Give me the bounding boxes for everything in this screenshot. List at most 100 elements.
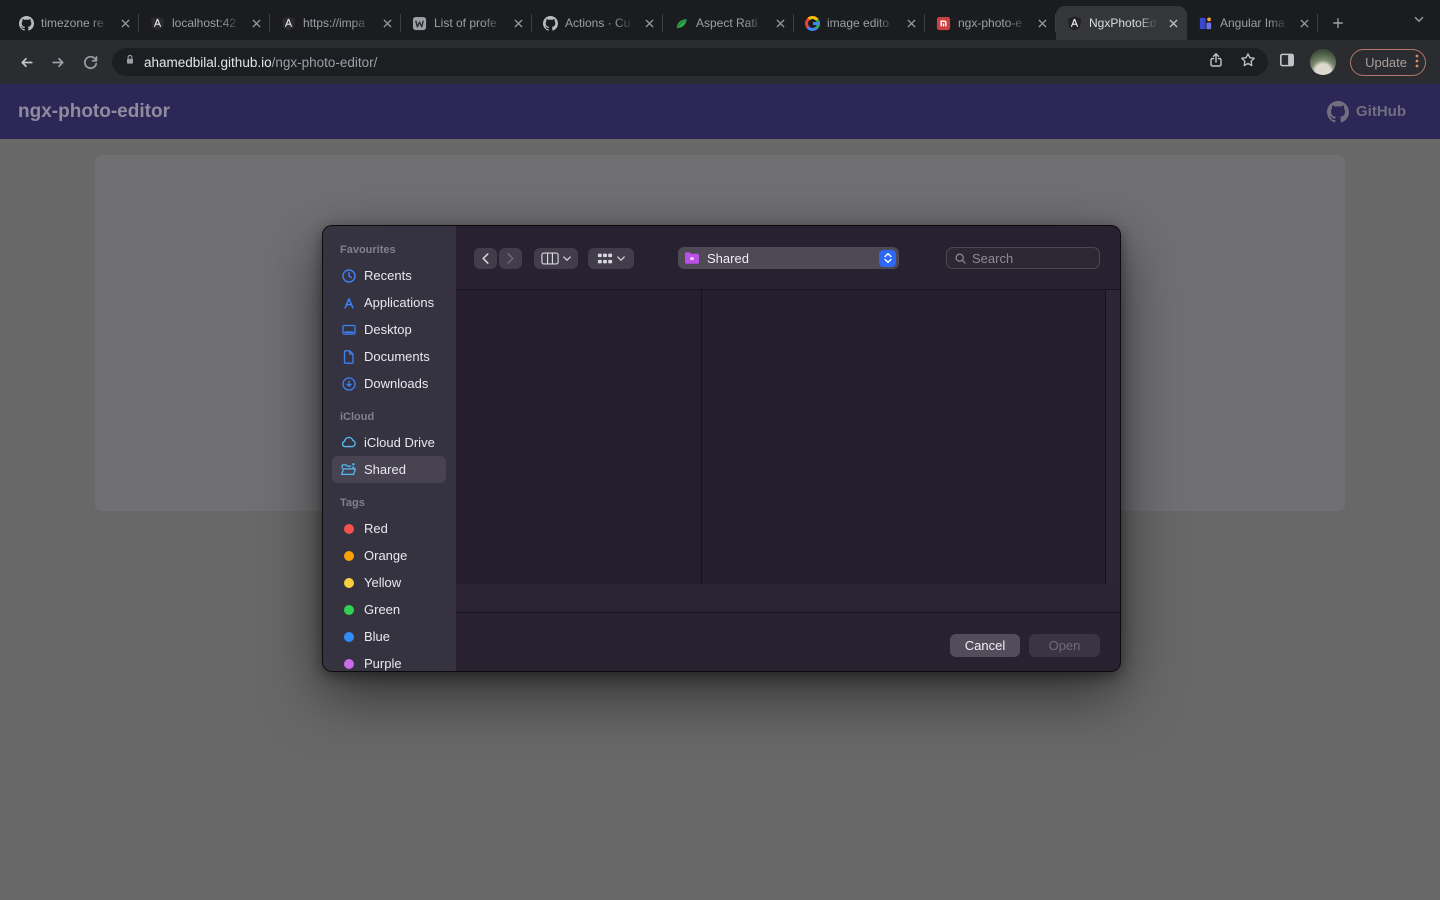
- url-host: ahamedbilal.github.io: [144, 55, 272, 70]
- columns-icon: [541, 252, 559, 265]
- sidebar-item-downloads[interactable]: Downloads: [332, 370, 446, 397]
- column-divider: [701, 290, 702, 584]
- download-circle-icon: [340, 375, 357, 392]
- sidebar-item-label: Purple: [364, 656, 402, 671]
- tab-title: localhost:42: [172, 16, 241, 30]
- close-icon[interactable]: [1296, 15, 1312, 31]
- file-open-dialog: Favourites Recents Applications Desktop …: [322, 225, 1121, 672]
- new-tab-button[interactable]: [1324, 9, 1352, 37]
- address-bar[interactable]: ahamedbilal.github.io /ngx-photo-editor/: [112, 48, 1268, 76]
- close-icon[interactable]: [903, 15, 919, 31]
- update-button[interactable]: Update: [1350, 49, 1426, 76]
- url-path: /ngx-photo-editor/: [272, 55, 378, 70]
- close-icon[interactable]: [772, 15, 788, 31]
- tab-title: ngx-photo-e: [958, 16, 1027, 30]
- dialog-toolbar: Shared Search: [456, 226, 1120, 290]
- sidebar-item-tag-blue[interactable]: Blue: [332, 623, 446, 650]
- tab-wikipedia[interactable]: List of profe: [401, 6, 532, 40]
- dialog-back-button[interactable]: [474, 248, 497, 269]
- share-icon[interactable]: [1208, 52, 1224, 73]
- angular-favicon-icon: [1066, 15, 1082, 31]
- tab-https-impa[interactable]: https://impa: [270, 6, 401, 40]
- sidebar-item-label: Documents: [364, 349, 430, 364]
- tab-timezone[interactable]: timezone re: [8, 6, 139, 40]
- tab-npm[interactable]: ngx-photo-e: [925, 6, 1056, 40]
- sidebar-item-icloud-drive[interactable]: iCloud Drive: [332, 429, 446, 456]
- sidebar-item-tag-purple[interactable]: Purple: [332, 650, 446, 672]
- group-view-button[interactable]: [588, 248, 634, 269]
- forward-button[interactable]: [42, 46, 74, 78]
- tag-dot-blue: [344, 632, 354, 642]
- close-icon[interactable]: [510, 15, 526, 31]
- github-favicon-icon: [542, 15, 558, 31]
- github-link[interactable]: GitHub: [1327, 101, 1406, 123]
- tag-dot-orange: [344, 551, 354, 561]
- sidebar-item-tag-green[interactable]: Green: [332, 596, 446, 623]
- sidebar-item-tag-red[interactable]: Red: [332, 515, 446, 542]
- dialog-main: Shared Search Cancel Open: [456, 226, 1120, 671]
- tab-title: Actions · Cu: [565, 16, 634, 30]
- search-placeholder: Search: [972, 251, 1013, 266]
- grid-icon: [597, 252, 613, 265]
- search-input[interactable]: Search: [946, 247, 1100, 269]
- cloud-icon: [340, 434, 357, 451]
- sidebar-item-tag-orange[interactable]: Orange: [332, 542, 446, 569]
- close-icon[interactable]: [1165, 15, 1181, 31]
- sidebar-item-recents[interactable]: Recents: [332, 262, 446, 289]
- bookmark-star-icon[interactable]: [1240, 52, 1256, 73]
- tab-aspect-ratio[interactable]: Aspect Rati: [663, 6, 794, 40]
- open-button[interactable]: Open: [1029, 634, 1100, 657]
- angular-favicon-icon: [280, 15, 296, 31]
- dialog-sidebar: Favourites Recents Applications Desktop …: [323, 226, 456, 671]
- tab-actions[interactable]: Actions · Cu: [532, 6, 663, 40]
- tab-strip: timezone re localhost:42 https://impa Li…: [0, 0, 1440, 40]
- wikipedia-favicon-icon: [411, 15, 427, 31]
- tab-title: image edito: [827, 16, 896, 30]
- tab-localhost[interactable]: localhost:42: [139, 6, 270, 40]
- file-columns-area[interactable]: [456, 290, 1120, 584]
- lock-icon: [124, 53, 136, 71]
- scrollbar-track[interactable]: [1105, 290, 1120, 584]
- sidebar-item-documents[interactable]: Documents: [332, 343, 446, 370]
- side-panel-icon[interactable]: [1278, 51, 1296, 74]
- sidebar-item-desktop[interactable]: Desktop: [332, 316, 446, 343]
- close-icon[interactable]: [379, 15, 395, 31]
- tab-angular-image[interactable]: Angular Ima: [1187, 6, 1318, 40]
- tab-title: Aspect Rati: [696, 16, 765, 30]
- sidebar-item-tag-yellow[interactable]: Yellow: [332, 569, 446, 596]
- sidebar-item-label: iCloud Drive: [364, 435, 435, 450]
- sidebar-section-favourites: Favourites: [340, 244, 456, 256]
- sidebar-item-shared[interactable]: Shared: [332, 456, 446, 483]
- sidebar-item-label: Green: [364, 602, 400, 617]
- close-icon[interactable]: [248, 15, 264, 31]
- sidebar-item-applications[interactable]: Applications: [332, 289, 446, 316]
- search-icon: [954, 252, 967, 265]
- leaf-favicon-icon: [673, 15, 689, 31]
- reload-button[interactable]: [74, 46, 106, 78]
- close-icon[interactable]: [641, 15, 657, 31]
- kebab-menu-icon[interactable]: [1415, 53, 1419, 72]
- close-icon[interactable]: [117, 15, 133, 31]
- tag-dot-purple: [344, 659, 354, 669]
- column-view-button[interactable]: [534, 248, 578, 269]
- tab-search-chevron-icon[interactable]: [1412, 12, 1426, 31]
- close-icon[interactable]: [1034, 15, 1050, 31]
- desktop-icon: [340, 321, 357, 338]
- avatar[interactable]: [1310, 49, 1336, 75]
- sidebar-item-label: Downloads: [364, 376, 428, 391]
- dialog-forward-button[interactable]: [499, 248, 522, 269]
- sidebar-section-icloud: iCloud: [340, 411, 456, 423]
- google-favicon-icon: [804, 15, 820, 31]
- tab-ngxphotoeditor-active[interactable]: NgxPhotoEd: [1056, 6, 1187, 40]
- github-favicon-icon: [18, 15, 34, 31]
- dropdown-stepper-icon[interactable]: [879, 250, 896, 267]
- tab-image-editor[interactable]: image edito: [794, 6, 925, 40]
- site-header: ngx-photo-editor GitHub: [0, 84, 1440, 139]
- app-store-icon: [340, 294, 357, 311]
- location-dropdown[interactable]: Shared: [678, 247, 899, 269]
- cancel-button[interactable]: Cancel: [950, 634, 1020, 657]
- tab-title: Angular Ima: [1220, 16, 1289, 30]
- back-button[interactable]: [10, 46, 42, 78]
- sidebar-item-label: Blue: [364, 629, 390, 644]
- chevron-down-icon: [617, 256, 625, 262]
